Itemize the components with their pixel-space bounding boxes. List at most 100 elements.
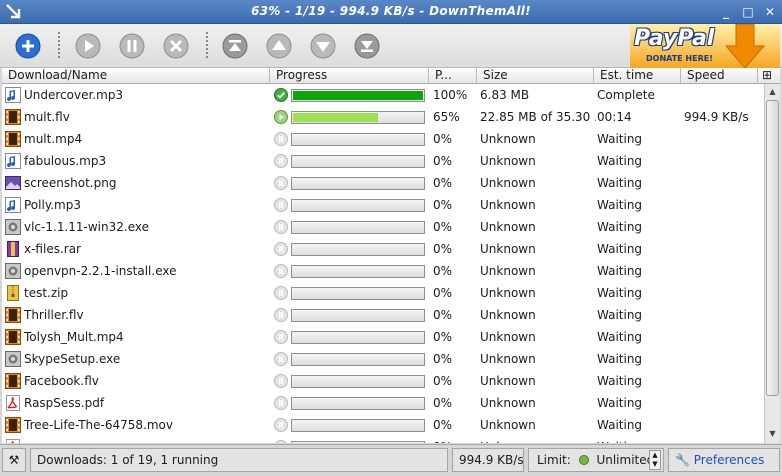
move-bottom-button[interactable] (353, 32, 381, 60)
download-row[interactable]: Undercover.mp3 100% 6.83 MB Complete (2, 84, 764, 106)
move-up-icon (266, 33, 292, 59)
progress-fill (293, 113, 378, 122)
tools-icon[interactable]: ⚒ (2, 448, 26, 472)
status-waiting-icon (274, 440, 288, 443)
download-speed (684, 238, 764, 260)
download-row[interactable]: Tolysh_Mult.mp4 0% Unknown Waiting (2, 326, 764, 348)
scroll-down-arrow-icon[interactable]: ▼ (766, 427, 779, 441)
column-header-est-time[interactable]: Est. time (594, 68, 681, 84)
add-download-button[interactable] (14, 32, 42, 60)
progress-percent: 0% (433, 242, 453, 256)
column-header-speed[interactable]: Speed (681, 68, 758, 84)
file-name: Polly.mp3 (24, 198, 81, 212)
download-row[interactable]: Tree-Life-The-64758.mov 0% Unknown Waiting (2, 414, 764, 436)
estimated-time: Complete (597, 88, 655, 102)
scrollbar-thumb[interactable] (766, 100, 779, 396)
pause-button[interactable] (118, 32, 146, 60)
status-summary: Downloads: 1 of 19, 1 running (30, 448, 448, 472)
status-waiting-icon (274, 352, 288, 366)
status-waiting-icon (274, 396, 288, 410)
column-header-name[interactable]: Download/Name (2, 68, 270, 84)
status-waiting-icon (274, 308, 288, 322)
file-size: Unknown (480, 352, 536, 366)
download-row[interactable]: Thriller.flv 0% Unknown Waiting (2, 304, 764, 326)
download-row[interactable]: x-files.rar 0% Unknown Waiting (2, 238, 764, 260)
file-name: mult.flv (24, 110, 70, 124)
download-speed (684, 260, 764, 282)
status-waiting-icon (274, 176, 288, 190)
limit-spinner[interactable]: ▲ ▼ (649, 450, 661, 470)
progress-bar (291, 309, 425, 322)
file-size: Unknown (480, 436, 596, 443)
move-down-button[interactable] (309, 32, 337, 60)
progress-percent: 0% (433, 176, 453, 190)
download-speed (684, 304, 764, 326)
estimated-time: Waiting (597, 198, 643, 212)
resume-icon (75, 33, 101, 59)
file-name: RaspSess.pdf (24, 396, 105, 410)
download-row[interactable]: mult.mp4 0% Unknown Waiting (2, 128, 764, 150)
file-size: Unknown (480, 132, 536, 146)
file-size: Unknown (480, 374, 536, 388)
progress-bar (291, 111, 425, 124)
progress-percent: 0% (433, 154, 453, 168)
download-list[interactable]: Undercover.mp3 100% 6.83 MB Complete mult.fl… (2, 84, 764, 443)
file-size: Unknown (480, 286, 536, 300)
file-type-rar-icon (5, 241, 21, 257)
move-up-button[interactable] (265, 32, 293, 60)
column-header-size[interactable]: Size (477, 68, 594, 84)
file-size: Unknown (480, 198, 536, 212)
download-speed (684, 348, 764, 370)
file-type-pdf-icon (5, 439, 21, 443)
file-type-image-icon (5, 175, 21, 191)
download-row[interactable]: vlc-1.1.11-win32.exe 0% Unknown Waiting (2, 216, 764, 238)
progress-percent: 100% (433, 88, 468, 102)
progress-percent: 0% (433, 436, 477, 443)
pause-icon (119, 33, 145, 59)
preferences-button[interactable]: 🔧 Preferences (668, 448, 780, 472)
download-row[interactable]: mult.flv 65% 22.85 MB of 35.30 ... 00:14 994… (2, 106, 764, 128)
progress-percent: 0% (433, 418, 453, 432)
download-row[interactable]: 0%UnknownWaiting (2, 436, 764, 443)
file-type-audio-icon (5, 87, 21, 103)
file-name: screenshot.png (24, 176, 117, 190)
scroll-up-arrow-icon[interactable]: ▲ (766, 85, 779, 99)
column-header-percent[interactable]: P... (429, 68, 477, 84)
move-bottom-icon (354, 33, 380, 59)
paypal-donate-banner[interactable]: PayPal DONATE HERE! (630, 23, 780, 69)
close-window-button[interactable]: ✕ (762, 4, 778, 20)
download-row[interactable]: test.zip 0% Unknown Waiting (2, 282, 764, 304)
file-size: Unknown (480, 154, 536, 168)
minimize-button[interactable]: _ (718, 4, 734, 20)
download-row[interactable]: SkypeSetup.exe 0% Unknown Waiting (2, 348, 764, 370)
status-waiting-icon (274, 220, 288, 234)
progress-bar (291, 177, 425, 190)
cancel-button[interactable] (162, 32, 190, 60)
download-speed (684, 128, 764, 150)
paypal-logo-text: PayPal (634, 26, 715, 51)
file-type-pdf-icon (5, 395, 21, 411)
column-header: Download/Name Progress P... Size Est. ti… (2, 68, 780, 84)
download-row[interactable]: fabulous.mp3 0% Unknown Waiting (2, 150, 764, 172)
add-icon (15, 33, 41, 59)
limit-value[interactable]: Unlimited (596, 453, 654, 467)
download-row[interactable]: Polly.mp3 0% Unknown Waiting (2, 194, 764, 216)
cancel-icon (163, 33, 189, 59)
column-picker-icon[interactable]: ⊞ (758, 68, 780, 84)
download-row[interactable]: Facebook.flv 0% Unknown Waiting (2, 370, 764, 392)
maximize-button[interactable]: □ (740, 4, 756, 20)
estimated-time: Waiting (597, 154, 643, 168)
file-name: Thriller.flv (24, 308, 84, 322)
download-speed (684, 414, 764, 436)
file-type-video-icon (5, 373, 21, 389)
column-header-progress[interactable]: Progress (270, 68, 429, 84)
move-top-button[interactable] (221, 32, 249, 60)
download-row[interactable]: screenshot.png 0% Unknown Waiting (2, 172, 764, 194)
download-speed (684, 370, 764, 392)
download-speed (684, 84, 764, 106)
download-row[interactable]: RaspSess.pdf 0% Unknown Waiting (2, 392, 764, 414)
vertical-scrollbar[interactable]: ▲ ▼ (764, 84, 780, 443)
download-row[interactable]: openvpn-2.2.1-install.exe 0% Unknown Waitin… (2, 260, 764, 282)
progress-bar (291, 155, 425, 168)
resume-button[interactable] (74, 32, 102, 60)
